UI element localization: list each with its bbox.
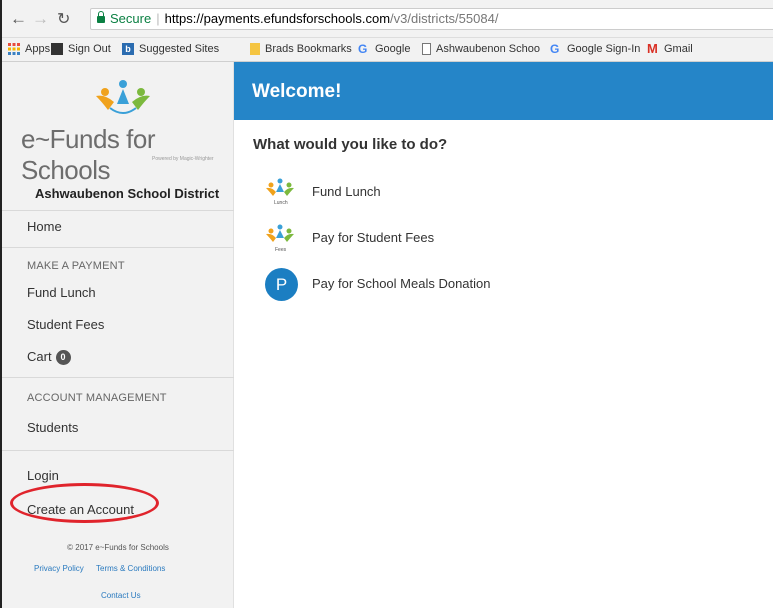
cart-count-badge: 0 — [55, 350, 71, 365]
highlight-oval — [10, 483, 159, 523]
section-account-management: ACCOUNT MANAGEMENT — [27, 392, 167, 404]
section-make-payment: MAKE A PAYMENT — [27, 260, 125, 272]
bookmark-label: Sign Out — [68, 43, 111, 55]
divider — [2, 210, 234, 211]
lock-icon — [97, 11, 105, 23]
secure-label: Secure — [110, 11, 152, 26]
lunch-icon-caption: Lunch — [274, 200, 288, 206]
brand-name: e~Funds for Schools — [21, 124, 155, 185]
bookmark-ashwaubenon[interactable]: Ashwaubenon Schoo — [422, 43, 540, 55]
letter-p-icon[interactable]: P — [265, 268, 298, 301]
nav-cart[interactable]: Cart 0 — [27, 349, 71, 365]
terms-link[interactable]: Terms & Conditions — [96, 564, 165, 573]
bookmark-label: Ashwaubenon Schoo — [436, 43, 540, 55]
url-bar[interactable]: Secure | https://payments.efundsforschools… — [90, 8, 773, 30]
sidebar: e~Funds for Schools Powered by Magic-Wri… — [2, 62, 234, 608]
fees-kids-icon[interactable] — [264, 224, 296, 246]
lunch-kids-icon[interactable] — [264, 178, 296, 200]
bookmark-label: Gmail — [664, 43, 693, 55]
divider — [2, 247, 234, 248]
bing-icon: b — [122, 43, 134, 55]
brand-tagline: Powered by Magic-Wrighter — [152, 156, 214, 162]
bookmark-label: Apps — [25, 43, 51, 55]
reload-icon[interactable]: ↻ — [57, 9, 70, 29]
bookmark-gmail[interactable]: M Gmail — [647, 41, 693, 56]
nav-login[interactable]: Login — [27, 468, 59, 483]
nav-students[interactable]: Students — [27, 420, 78, 435]
cart-label: Cart — [27, 349, 52, 364]
welcome-title: Welcome! — [252, 81, 342, 102]
welcome-header: Welcome! — [234, 62, 773, 120]
bookmark-brads-bookmarks[interactable]: Brads Bookmarks — [250, 43, 352, 55]
divider — [2, 377, 234, 378]
action-student-fees[interactable]: Pay for Student Fees — [312, 230, 434, 245]
apps-grid-icon — [8, 43, 20, 55]
fees-icon-caption: Fees — [275, 247, 287, 253]
contact-us-link[interactable]: Contact Us — [101, 591, 141, 600]
back-arrow-icon[interactable]: ← — [10, 9, 27, 29]
bookmark-suggested-sites[interactable]: b Suggested Sites — [122, 43, 219, 55]
bookmark-google-sign-in[interactable]: G Google Sign-In — [550, 43, 640, 55]
page-icon — [422, 43, 431, 55]
action-fund-lunch[interactable]: Fund Lunch — [312, 184, 381, 199]
efunds-logo-icon — [96, 80, 150, 114]
divider — [2, 450, 234, 451]
bookmark-google[interactable]: G Google — [358, 43, 410, 55]
gmail-icon: M — [647, 41, 658, 56]
forward-arrow-icon[interactable]: → — [32, 9, 49, 29]
district-name: Ashwaubenon School District — [35, 186, 220, 201]
signout-icon — [51, 43, 63, 55]
browser-window: ← → ↻ Secure | https://payments.efundsfors… — [0, 0, 773, 608]
copyright: © 2017 e~Funds for Schools — [67, 543, 169, 552]
bookmark-label: Suggested Sites — [139, 43, 220, 55]
url-path: /v3/districts/55084/ — [390, 11, 499, 26]
action-meals-donation[interactable]: Pay for School Meals Donation — [312, 276, 490, 291]
bookmark-label: Google — [375, 43, 411, 55]
url-host: https://payments.efundsforschools.com — [164, 11, 391, 26]
page-question: What would you like to do? — [253, 136, 448, 153]
google-icon: G — [358, 42, 368, 56]
bookmark-label: Brads Bookmarks — [265, 43, 352, 55]
bookmark-apps[interactable]: Apps — [8, 43, 50, 55]
address-bar-row: ← → ↻ Secure | https://payments.efundsfors… — [2, 0, 773, 38]
url-separator: | — [156, 11, 160, 26]
nav-home[interactable]: Home — [27, 219, 62, 234]
folder-icon — [250, 43, 260, 55]
google-icon: G — [550, 42, 560, 56]
nav-fund-lunch[interactable]: Fund Lunch — [27, 285, 96, 300]
bookmark-label: Google Sign-In — [567, 43, 641, 55]
bookmark-sign-out[interactable]: Sign Out — [51, 43, 111, 55]
nav-student-fees[interactable]: Student Fees — [27, 317, 104, 332]
privacy-policy-link[interactable]: Privacy Policy — [34, 564, 84, 573]
bookmarks-bar: Apps Sign Out b Suggested Sites Brads Boo… — [2, 38, 773, 62]
